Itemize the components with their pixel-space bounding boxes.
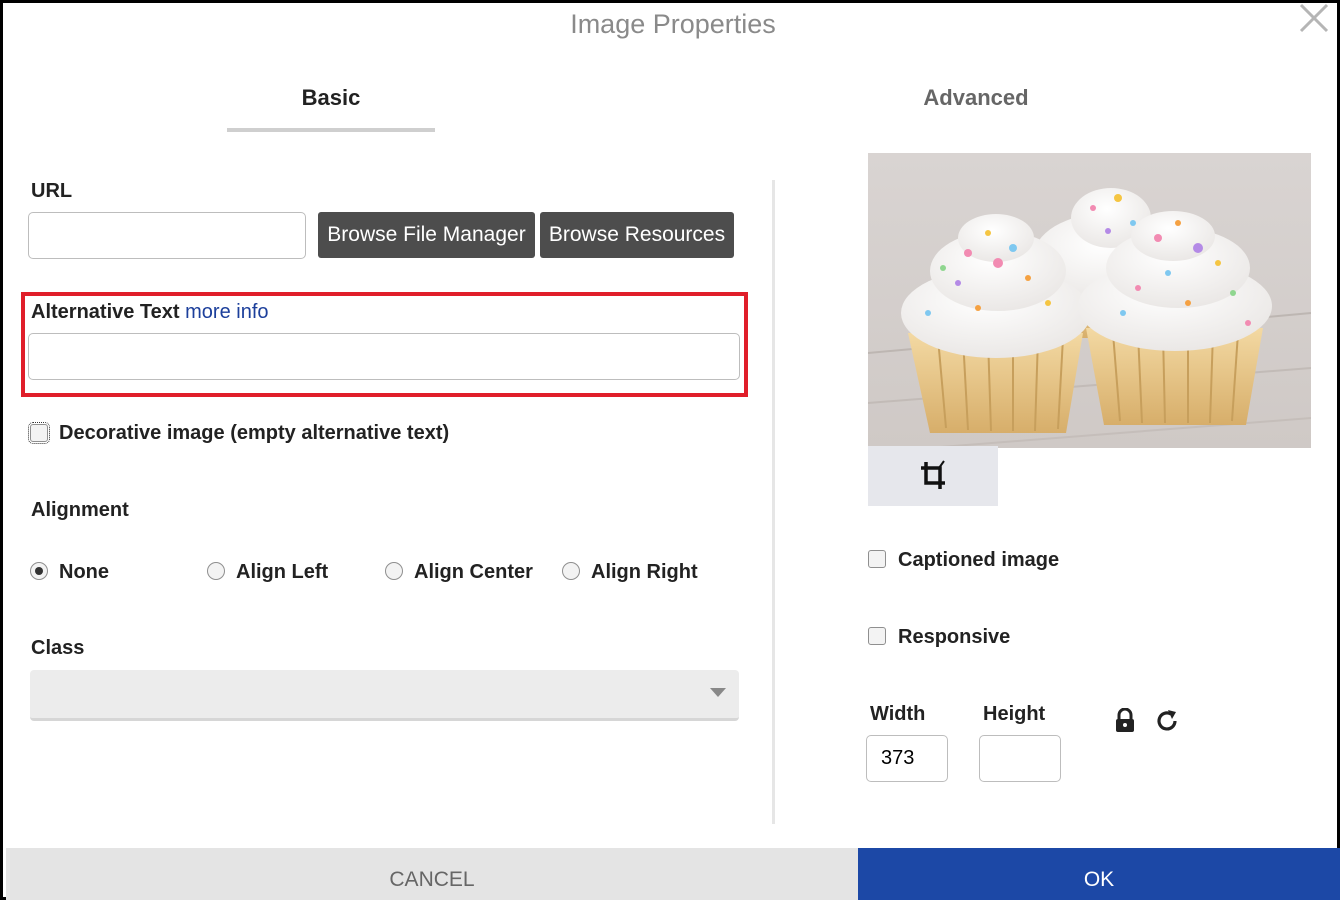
class-select[interactable] <box>30 670 739 721</box>
browse-resources-button[interactable]: Browse Resources <box>540 212 734 258</box>
url-input[interactable] <box>28 212 306 259</box>
url-label: URL <box>31 180 73 202</box>
decorative-image-checkbox[interactable] <box>28 422 50 444</box>
image-properties-dialog: Image Properties Basic Advanced URL Brow… <box>0 0 1340 900</box>
tab-basic[interactable]: Basic <box>227 85 435 111</box>
active-tab-indicator <box>227 128 435 132</box>
alt-text-label-row: Alternative Text more info <box>31 301 269 324</box>
dialog-title: Image Properties <box>570 9 776 39</box>
crop-button[interactable] <box>868 446 998 506</box>
align-none-radio[interactable] <box>30 562 48 580</box>
cancel-button[interactable]: CANCEL <box>6 848 858 900</box>
chevron-down-icon <box>710 688 726 697</box>
align-right-label: Align Right <box>591 561 698 583</box>
align-none-label: None <box>59 561 109 583</box>
alt-text-input[interactable] <box>28 333 740 380</box>
alignment-label: Alignment <box>31 499 129 521</box>
align-left-label: Align Left <box>236 561 329 583</box>
cupcakes-image <box>868 153 1311 448</box>
width-label: Width <box>870 703 926 725</box>
align-center-radio[interactable] <box>385 562 403 580</box>
responsive-label: Responsive <box>898 626 1011 648</box>
ok-button[interactable]: OK <box>858 848 1340 900</box>
crop-icon <box>921 460 945 489</box>
align-right-radio[interactable] <box>562 562 580 580</box>
responsive-checkbox[interactable] <box>868 627 886 645</box>
column-divider <box>772 180 775 824</box>
image-preview <box>868 153 1311 448</box>
height-label: Height <box>983 703 1046 725</box>
close-icon[interactable] <box>1297 0 1333 35</box>
captioned-image-checkbox[interactable] <box>868 550 886 568</box>
browse-file-manager-button[interactable]: Browse File Manager <box>318 212 535 258</box>
captioned-image-label: Captioned image <box>898 549 1060 571</box>
alt-text-label: Alternative Text <box>31 301 180 323</box>
width-input[interactable] <box>866 735 948 782</box>
class-label: Class <box>31 637 85 659</box>
align-left-radio[interactable] <box>207 562 225 580</box>
align-center-label: Align Center <box>414 561 533 583</box>
decorative-image-label: Decorative image (empty alternative text… <box>59 422 450 444</box>
refresh-icon[interactable] <box>1154 708 1180 734</box>
height-input[interactable] <box>979 735 1061 782</box>
more-info-link[interactable]: more info <box>185 301 268 323</box>
tab-advanced[interactable]: Advanced <box>869 85 1083 111</box>
lock-icon[interactable] <box>1114 708 1136 734</box>
